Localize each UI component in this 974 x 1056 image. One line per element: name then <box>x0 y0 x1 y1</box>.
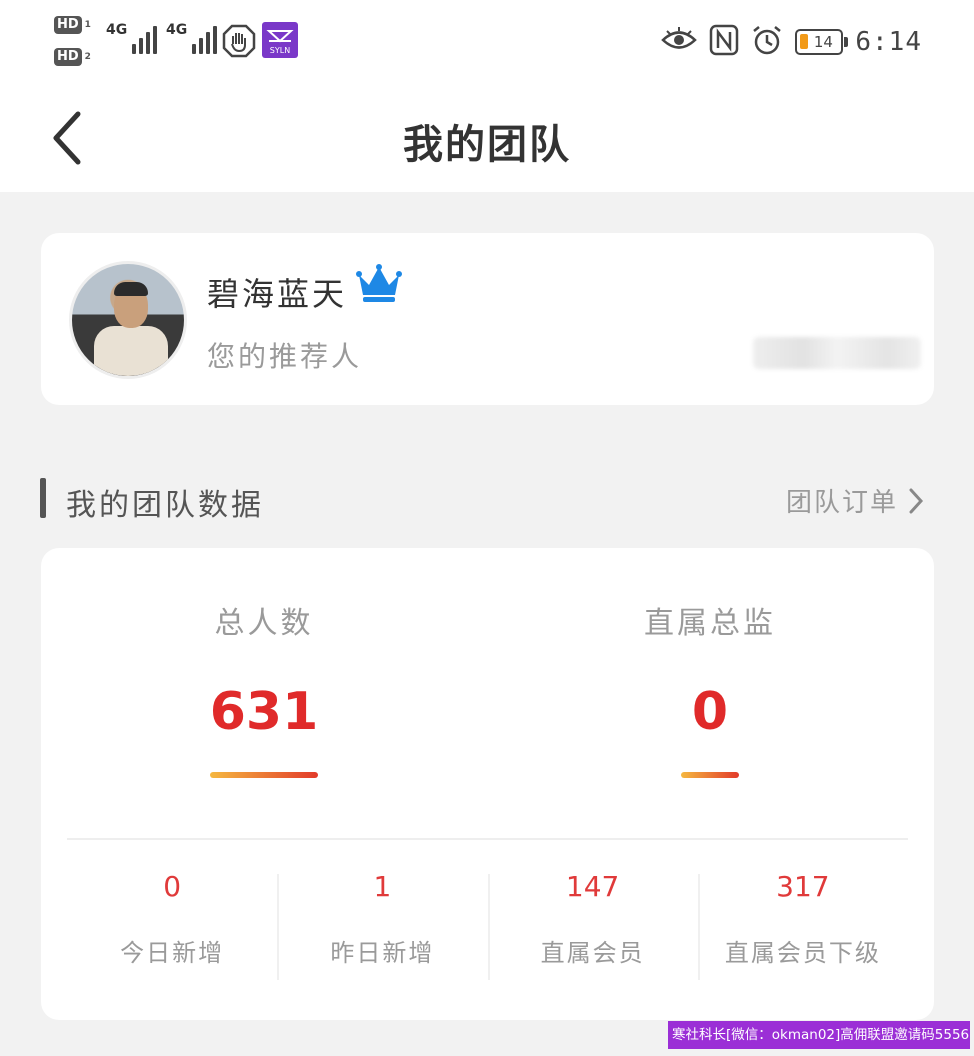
stat-value: 1 <box>373 870 392 903</box>
battery-level: 14 <box>813 33 833 51</box>
total-members-value: 631 <box>209 682 319 742</box>
hd-badge: HD <box>54 16 82 34</box>
clock: 6:14 <box>855 27 922 57</box>
page-title: 我的团队 <box>403 122 571 168</box>
small-stats-row: 0 今日新增 1 昨日新增 147 直属会员 317 直属会员下级 <box>67 870 908 982</box>
app-badge-icon: SYLN <box>262 22 298 62</box>
divider <box>67 838 908 840</box>
hd-badge: HD <box>54 48 82 66</box>
status-right: 14 6:14 <box>661 24 922 60</box>
profile-card: 碧海蓝天 您的推荐人 <box>41 233 934 405</box>
stat-value: 0 <box>163 870 182 903</box>
status-bar: HD 1 HD 2 4G 4G SYLN 14 6:14 <box>0 0 974 88</box>
direct-members-stat[interactable]: 147 直属会员 <box>487 870 698 982</box>
total-members-stat[interactable]: 总人数 631 <box>41 598 487 778</box>
username: 碧海蓝天 <box>207 275 348 313</box>
referrer-label: 您的推荐人 <box>207 340 363 373</box>
section-title: 我的团队数据 <box>66 488 264 523</box>
stat-label: 昨日新增 <box>330 939 435 967</box>
stat-label: 直属会员下级 <box>724 939 881 967</box>
direct-members-sub-stat[interactable]: 317 直属会员下级 <box>697 870 908 982</box>
team-orders-link[interactable]: 团队订单 <box>786 482 924 519</box>
hand-icon <box>222 24 256 62</box>
direct-supervisor-stat[interactable]: 直属总监 0 <box>487 598 933 778</box>
watermark-banner: 寒社科长[微信：okman02]高佣联盟邀请码555666 <box>668 1021 970 1049</box>
battery-icon: 14 <box>795 29 849 55</box>
stat-value: 317 <box>776 870 830 903</box>
stat-value: 147 <box>565 870 620 903</box>
stat-label: 直属会员 <box>540 939 645 967</box>
total-members-label: 总人数 <box>214 606 314 641</box>
sim-indicators: HD 1 HD 2 <box>54 14 100 78</box>
network-type: 4G <box>106 22 128 38</box>
today-new-stat[interactable]: 0 今日新增 <box>67 870 277 982</box>
stat-underline <box>681 772 739 778</box>
crown-icon <box>355 263 403 307</box>
avatar[interactable] <box>69 261 187 379</box>
direct-supervisor-label: 直属总监 <box>644 606 776 641</box>
team-stats-card: 总人数 631 直属总监 0 0 今日新增 1 昨日新增 147 直属会员 31… <box>41 548 934 1020</box>
signal-strength-2: 4G <box>166 22 218 54</box>
stat-underline <box>210 772 318 778</box>
sim2-indicator: HD 2 <box>54 46 100 68</box>
section-accent-bar <box>40 478 46 518</box>
referrer-value-blurred <box>753 337 921 369</box>
sim1-indicator: HD 1 <box>54 14 100 36</box>
nav-bar: 我的团队 <box>0 88 974 192</box>
nfc-icon <box>709 24 739 60</box>
app-badge-label: SYLN <box>270 46 290 55</box>
alarm-icon <box>751 24 783 60</box>
team-orders-label: 团队订单 <box>785 488 898 518</box>
direct-supervisor-value: 0 <box>691 682 729 742</box>
network-type: 4G <box>166 22 188 38</box>
eye-icon <box>661 27 698 57</box>
signal-strength-1: 4G <box>106 22 158 54</box>
sim-slot: 2 <box>84 52 91 62</box>
chevron-right-icon <box>909 488 924 513</box>
yesterday-new-stat[interactable]: 1 昨日新增 <box>277 870 487 982</box>
sim-slot: 1 <box>84 20 91 30</box>
stat-label: 今日新增 <box>120 939 225 967</box>
